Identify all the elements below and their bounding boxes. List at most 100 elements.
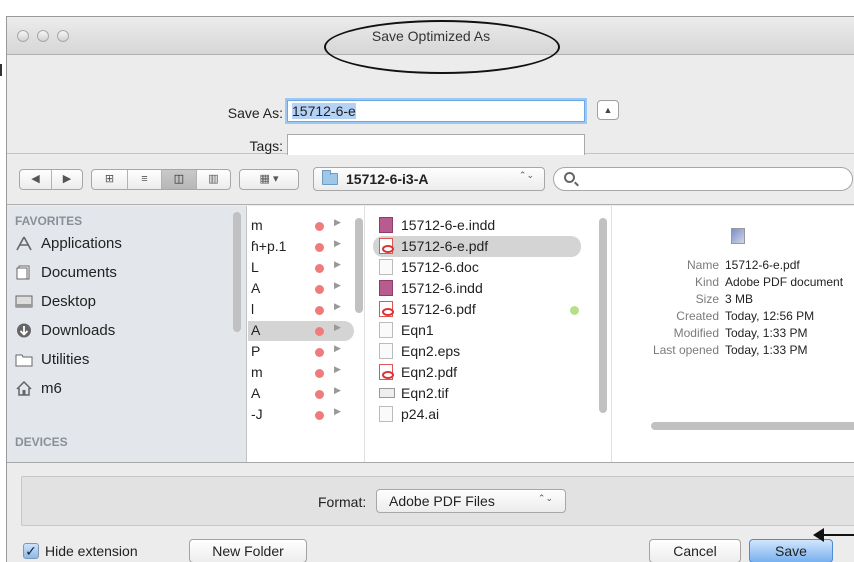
documents-icon — [16, 265, 30, 280]
info-key: Last opened — [652, 343, 719, 357]
downloads-icon — [17, 323, 31, 338]
list-item[interactable]: L ▶ — [248, 258, 354, 278]
list-item[interactable]: l ▶ — [248, 300, 354, 320]
format-popup[interactable]: Adobe PDF Files ⌃⌄ — [376, 489, 566, 513]
info-key: Kind — [694, 275, 719, 289]
search-field[interactable] — [553, 167, 853, 191]
file-row[interactable]: Eqn2.eps — [373, 341, 581, 362]
list-item-label: l — [251, 301, 255, 317]
arrange-button[interactable]: ▦ ▾ — [239, 169, 299, 190]
hide-extension-label: Hide extension — [45, 543, 138, 559]
save-dialog: Save Optimized As Save As: 15712-6-e ▲ T… — [6, 16, 854, 562]
cancel-button[interactable]: Cancel — [649, 539, 741, 562]
column1-scrollbar[interactable] — [355, 218, 363, 313]
collapse-dialog-button[interactable]: ▲ — [597, 100, 619, 120]
horizontal-scrollbar[interactable] — [651, 422, 854, 430]
indd-file-icon — [379, 280, 393, 296]
file-row[interactable]: 15712-6.indd — [373, 278, 581, 299]
file-row[interactable]: 15712-6-e.pdf — [373, 236, 581, 257]
list-item-label: ɦ+p.1 — [251, 238, 287, 254]
folder-icon — [322, 170, 338, 185]
disclosure-arrow-icon: ▶ — [334, 217, 341, 227]
forward-button[interactable]: ▶ — [51, 170, 82, 189]
desktop-icon — [15, 295, 33, 308]
red-tag-icon — [315, 327, 324, 336]
save-pointer-arrow-line — [822, 534, 854, 536]
sidebar-item-label: Applications — [41, 235, 122, 252]
icon-view-button[interactable]: ⊞ — [92, 170, 127, 189]
preview-pane: Name 15712-6-e.pdf Kind Adobe PDF document S… — [613, 206, 854, 462]
file-name: 15712-6.indd — [401, 280, 483, 296]
list-item-label: P — [251, 343, 261, 359]
list-item-label: A — [251, 385, 261, 401]
file-row[interactable]: 15712-6.pdf — [373, 299, 581, 320]
list-item[interactable]: A ▶ — [248, 384, 354, 404]
info-key: Name — [686, 258, 719, 272]
info-row: Created Today, 12:56 PM — [613, 309, 854, 327]
info-row: Modified Today, 1:33 PM — [613, 326, 854, 344]
search-icon — [564, 172, 575, 183]
red-tag-icon — [315, 390, 324, 399]
format-label: Format: — [318, 494, 367, 510]
sidebar-item-label: Documents — [41, 264, 117, 281]
info-key: Modified — [673, 326, 719, 340]
list-item[interactable]: A ▶ — [248, 279, 354, 299]
doc-file-icon — [379, 322, 393, 338]
file-name: Eqn1 — [401, 322, 434, 338]
sidebar-scrollbar[interactable] — [233, 212, 241, 332]
file-name: p24.ai — [401, 406, 440, 422]
column-view-button[interactable]: ◫ — [161, 170, 196, 189]
sidebar-item-label: Utilities — [41, 351, 90, 368]
disclosure-arrow-icon: ▶ — [334, 259, 341, 269]
parent-folder-column: m ▶ ɦ+p.1 ▶ L ▶ A ▶ l ▶ A ▶ P ▶ m ▶ A ▶ -J ▶ — [248, 206, 365, 462]
list-item[interactable]: -J ▶ — [248, 405, 354, 425]
info-row: Name 15712-6-e.pdf — [613, 258, 854, 276]
info-value: Adobe PDF document — [725, 275, 844, 289]
info-key: Created — [676, 309, 719, 323]
doc-file-icon — [379, 343, 393, 359]
list-item[interactable]: A ▶ — [248, 321, 354, 341]
file-name: 15712-6-e.pdf — [401, 238, 489, 254]
view-mode-control: ⊞ ≡ ◫ ▥ — [91, 169, 231, 190]
coverflow-view-button[interactable]: ▥ — [196, 170, 230, 189]
back-button[interactable]: ◀ — [20, 170, 51, 189]
tif-file-icon — [379, 388, 395, 398]
disclosure-arrow-icon: ▶ — [334, 364, 341, 374]
file-row[interactable]: p24.ai — [373, 404, 581, 425]
chevron-updown-icon: ⌃⌄ — [518, 170, 534, 180]
file-name: Eqn2.eps — [401, 343, 461, 359]
list-item[interactable]: P ▶ — [248, 342, 354, 362]
folder-popup[interactable]: 15712-6-i3-A ⌃⌄ — [313, 167, 545, 191]
format-section: Format: Adobe PDF Files ⌃⌄ — [21, 476, 854, 526]
file-row[interactable]: Eqn2.pdf — [373, 362, 581, 383]
list-view-button[interactable]: ≡ — [127, 170, 161, 189]
hide-extension-checkbox[interactable]: ✓ — [23, 543, 39, 559]
save-as-label: Save As: — [227, 105, 283, 121]
list-item-label: A — [251, 280, 261, 296]
file-row[interactable]: 15712-6-e.indd — [373, 215, 581, 236]
list-item[interactable]: m ▶ — [248, 216, 354, 236]
file-row[interactable]: 15712-6.doc — [373, 257, 581, 278]
red-tag-icon — [315, 243, 324, 252]
pdf-file-icon — [379, 364, 394, 380]
browser-toolbar: ◀ ▶ ⊞ ≡ ◫ ▥ ▦ ▾ 15712-6-i3-A ⌃⌄ — [7, 155, 854, 205]
tags-field[interactable] — [287, 134, 585, 156]
list-item[interactable]: ɦ+p.1 ▶ — [248, 237, 354, 257]
home-icon — [16, 381, 32, 396]
save-as-field[interactable]: 15712-6-e — [287, 100, 585, 122]
pdf-file-icon — [379, 238, 394, 254]
info-value: Today, 12:56 PM — [725, 309, 815, 323]
format-value: Adobe PDF Files — [389, 493, 495, 509]
chevron-updown-icon: ⌃⌄ — [537, 493, 553, 503]
save-button[interactable]: Save — [749, 539, 833, 562]
file-row[interactable]: Eqn2.tif — [373, 383, 581, 404]
red-tag-icon — [315, 348, 324, 357]
column2-scrollbar[interactable] — [599, 218, 607, 413]
pdf-file-icon — [379, 301, 394, 317]
list-item[interactable]: m ▶ — [248, 363, 354, 383]
dialog-footer: Format: Adobe PDF Files ⌃⌄ ✓ Hide extens… — [7, 464, 854, 562]
new-folder-button[interactable]: New Folder — [189, 539, 307, 562]
sidebar-item-label: Downloads — [41, 322, 116, 339]
file-row[interactable]: Eqn1 — [373, 320, 581, 341]
file-name: 15712-6-e.indd — [401, 217, 496, 233]
